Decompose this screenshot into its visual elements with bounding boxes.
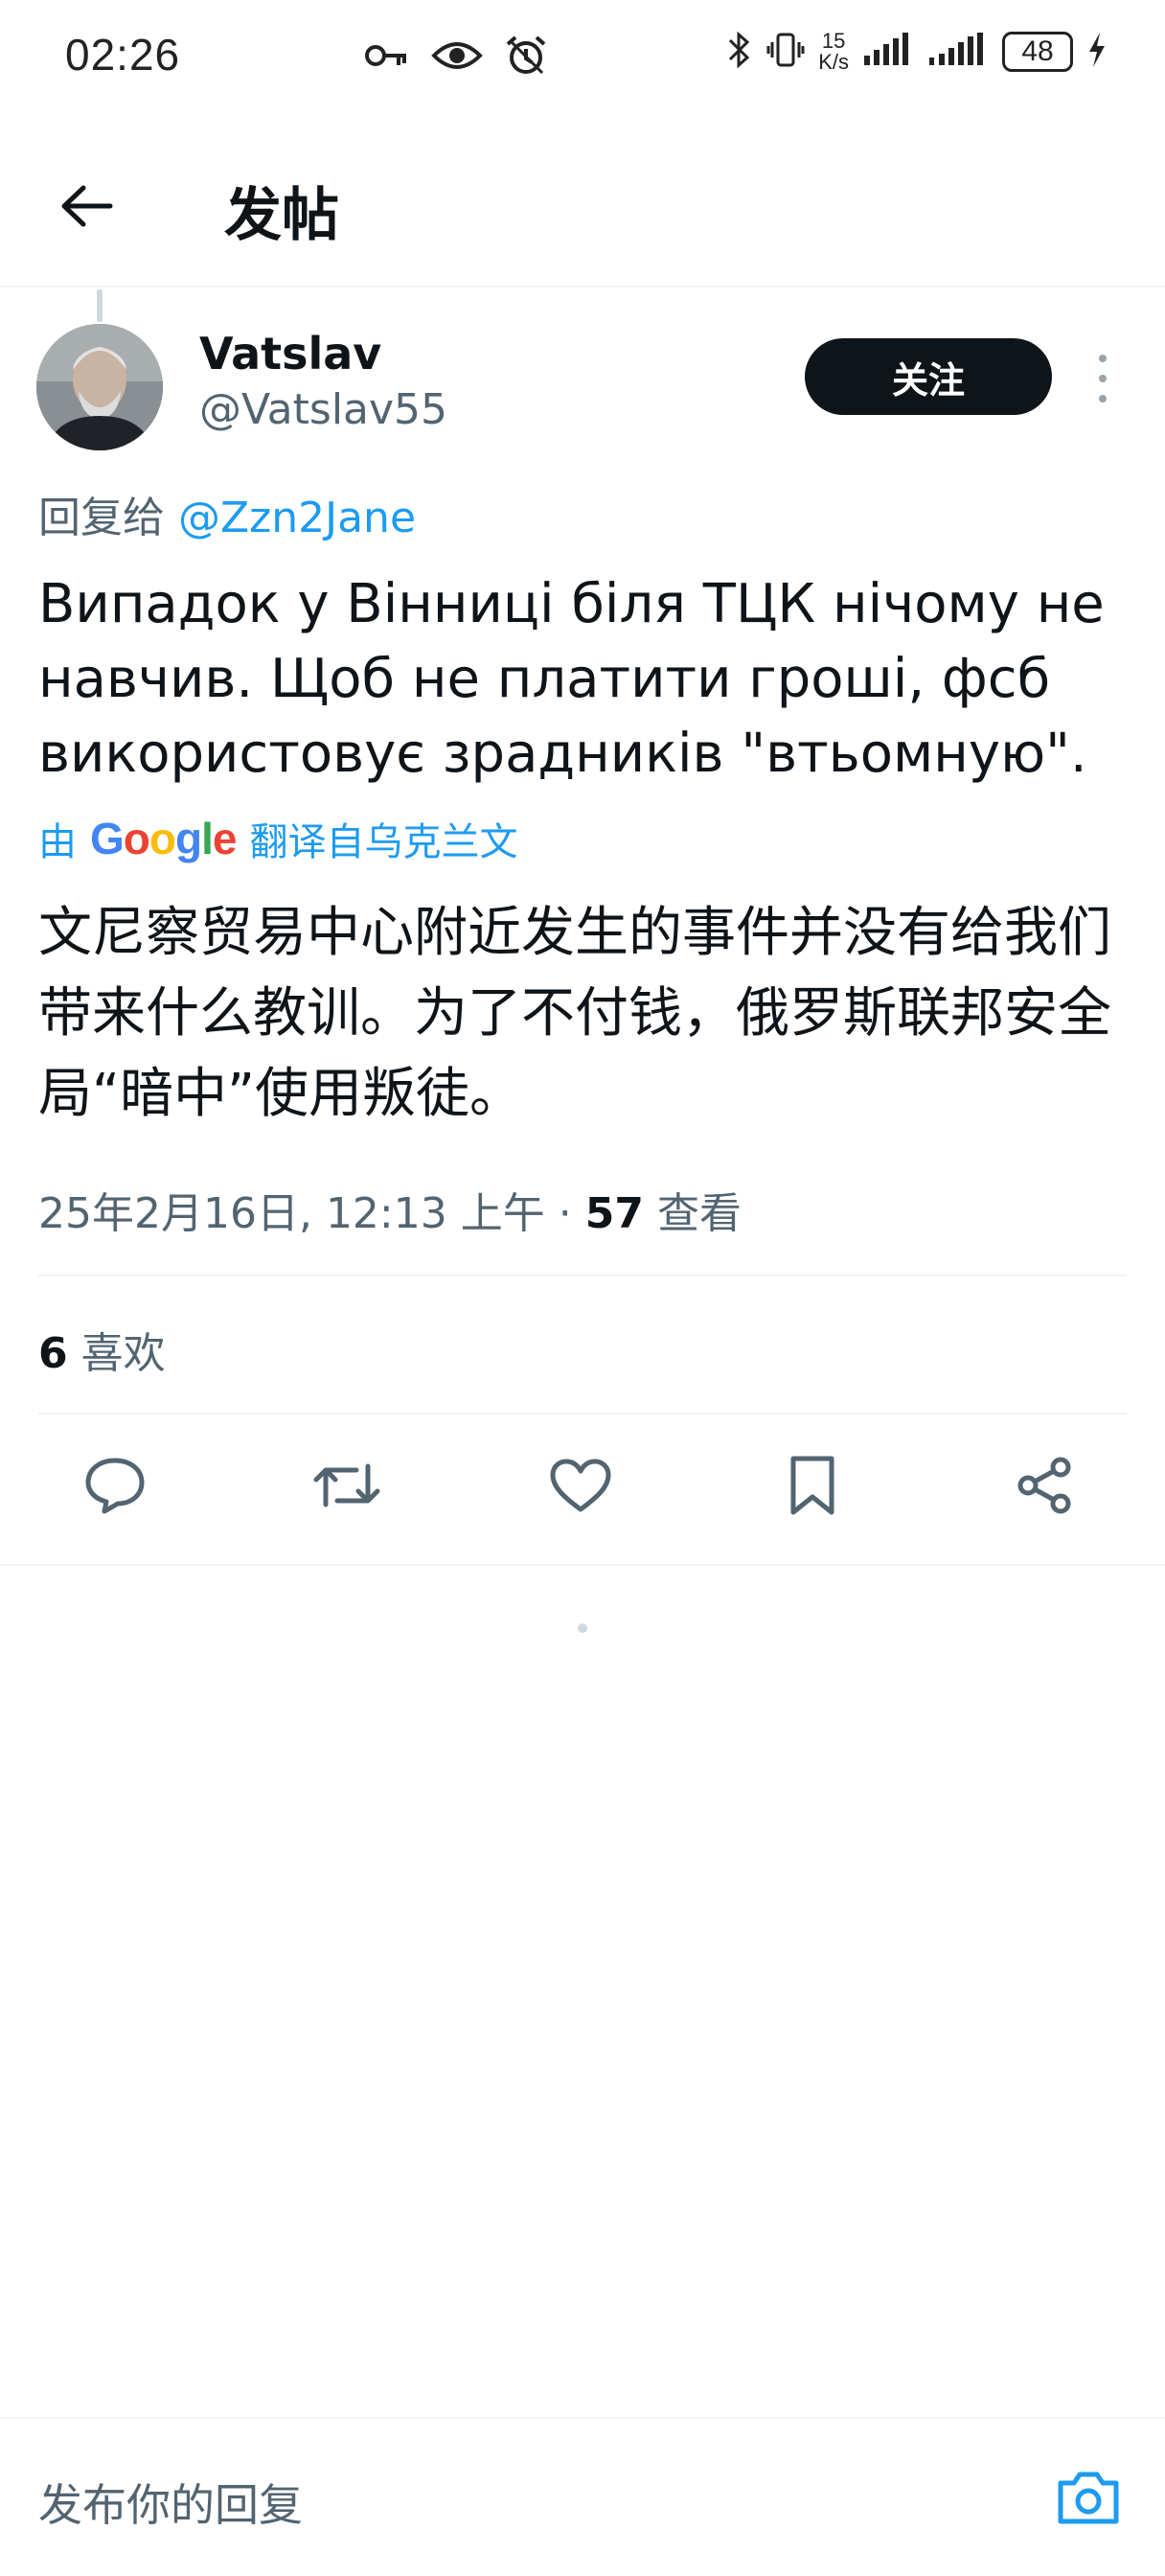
- more-options-button[interactable]: [1086, 355, 1119, 402]
- alarm-icon: [504, 34, 548, 80]
- retweet-button[interactable]: [308, 1447, 385, 1524]
- thread-connector-line: [97, 289, 103, 322]
- google-logo: Google: [90, 814, 237, 863]
- timestamp: 25年2月16日, 12:13 上午: [38, 1189, 545, 1238]
- more-dot: [1099, 395, 1107, 402]
- bluetooth-icon: [726, 31, 753, 73]
- top-app-bar: 发帖: [0, 125, 1165, 288]
- more-dot: [1099, 375, 1107, 382]
- status-time: 02:26: [65, 30, 181, 80]
- more-dot: [1099, 355, 1107, 362]
- reply-composer-bar[interactable]: 发布你的回复: [0, 2417, 1165, 2576]
- reply-icon: [85, 1458, 145, 1514]
- avatar-image: [36, 324, 163, 450]
- bookmark-icon: [790, 1456, 834, 1515]
- charging-icon: [1086, 31, 1108, 73]
- battery-indicator: 48: [1002, 32, 1073, 72]
- share-icon: [1017, 1457, 1071, 1514]
- reply-mention-link[interactable]: @Zzn2Jane: [178, 494, 416, 542]
- bookmark-button[interactable]: [774, 1447, 851, 1524]
- author-name[interactable]: Vatslav: [199, 328, 381, 380]
- translation-attribution[interactable]: 由 Google 翻译自乌克兰文: [38, 811, 517, 866]
- meta-separator: ·: [558, 1189, 572, 1238]
- translate-by: 由: [38, 820, 77, 864]
- likes-label: 喜欢: [80, 1329, 166, 1378]
- network-speed: 15 K/s: [818, 29, 849, 74]
- vibrate-icon: [766, 31, 805, 73]
- tweet-meta: 25年2月16日, 12:13 上午 · 57 查看: [38, 1179, 742, 1240]
- key-icon: [364, 36, 410, 79]
- reply-input[interactable]: 发布你的回复: [38, 2471, 303, 2534]
- reply-context: 回复给 @Zzn2Jane: [38, 483, 416, 544]
- translate-source: 翻译自乌克兰文: [249, 820, 518, 864]
- back-button[interactable]: [54, 172, 121, 240]
- like-icon: [550, 1459, 611, 1512]
- status-left-icons: [364, 34, 548, 80]
- reply-button[interactable]: [77, 1447, 153, 1524]
- status-right-icons: 15 K/s 48: [726, 31, 1108, 73]
- eye-icon: [431, 36, 483, 79]
- camera-icon: [1058, 2472, 1119, 2524]
- likes-stat[interactable]: 6 喜欢: [38, 1319, 166, 1380]
- page-title: 发帖: [224, 182, 339, 249]
- likes-count: 6: [38, 1329, 68, 1378]
- translated-text: 文尼察贸易中心附近发生的事件并没有给我们带来什么教训。为了不付钱，俄罗斯联邦安全…: [38, 902, 1111, 1125]
- signal-icon: [927, 33, 989, 71]
- share-button[interactable]: [1006, 1447, 1083, 1524]
- reply-prefix: 回复给: [38, 494, 165, 542]
- divider: [38, 1413, 1127, 1414]
- retweet-icon: [313, 1463, 380, 1507]
- back-arrow-icon: [61, 185, 113, 227]
- divider: [38, 1275, 1127, 1276]
- tweet-text: Випадок у Вінниці біля ТЦК нічому не нав…: [38, 573, 1105, 785]
- divider: [0, 1564, 1165, 1566]
- loading-indicator: [578, 1623, 587, 1633]
- views-label: 查看: [656, 1189, 742, 1238]
- status-bar: 02:26 15 K/s 48: [0, 0, 1165, 115]
- like-button[interactable]: [542, 1447, 619, 1524]
- follow-button[interactable]: 关注: [805, 338, 1052, 415]
- avatar[interactable]: [36, 324, 163, 450]
- author-handle[interactable]: @Vatslav55: [199, 385, 447, 434]
- camera-button[interactable]: [1050, 2463, 1127, 2532]
- views-count: 57: [584, 1189, 644, 1238]
- signal-icon: [862, 33, 914, 71]
- tweet-actions: [0, 1447, 1165, 1533]
